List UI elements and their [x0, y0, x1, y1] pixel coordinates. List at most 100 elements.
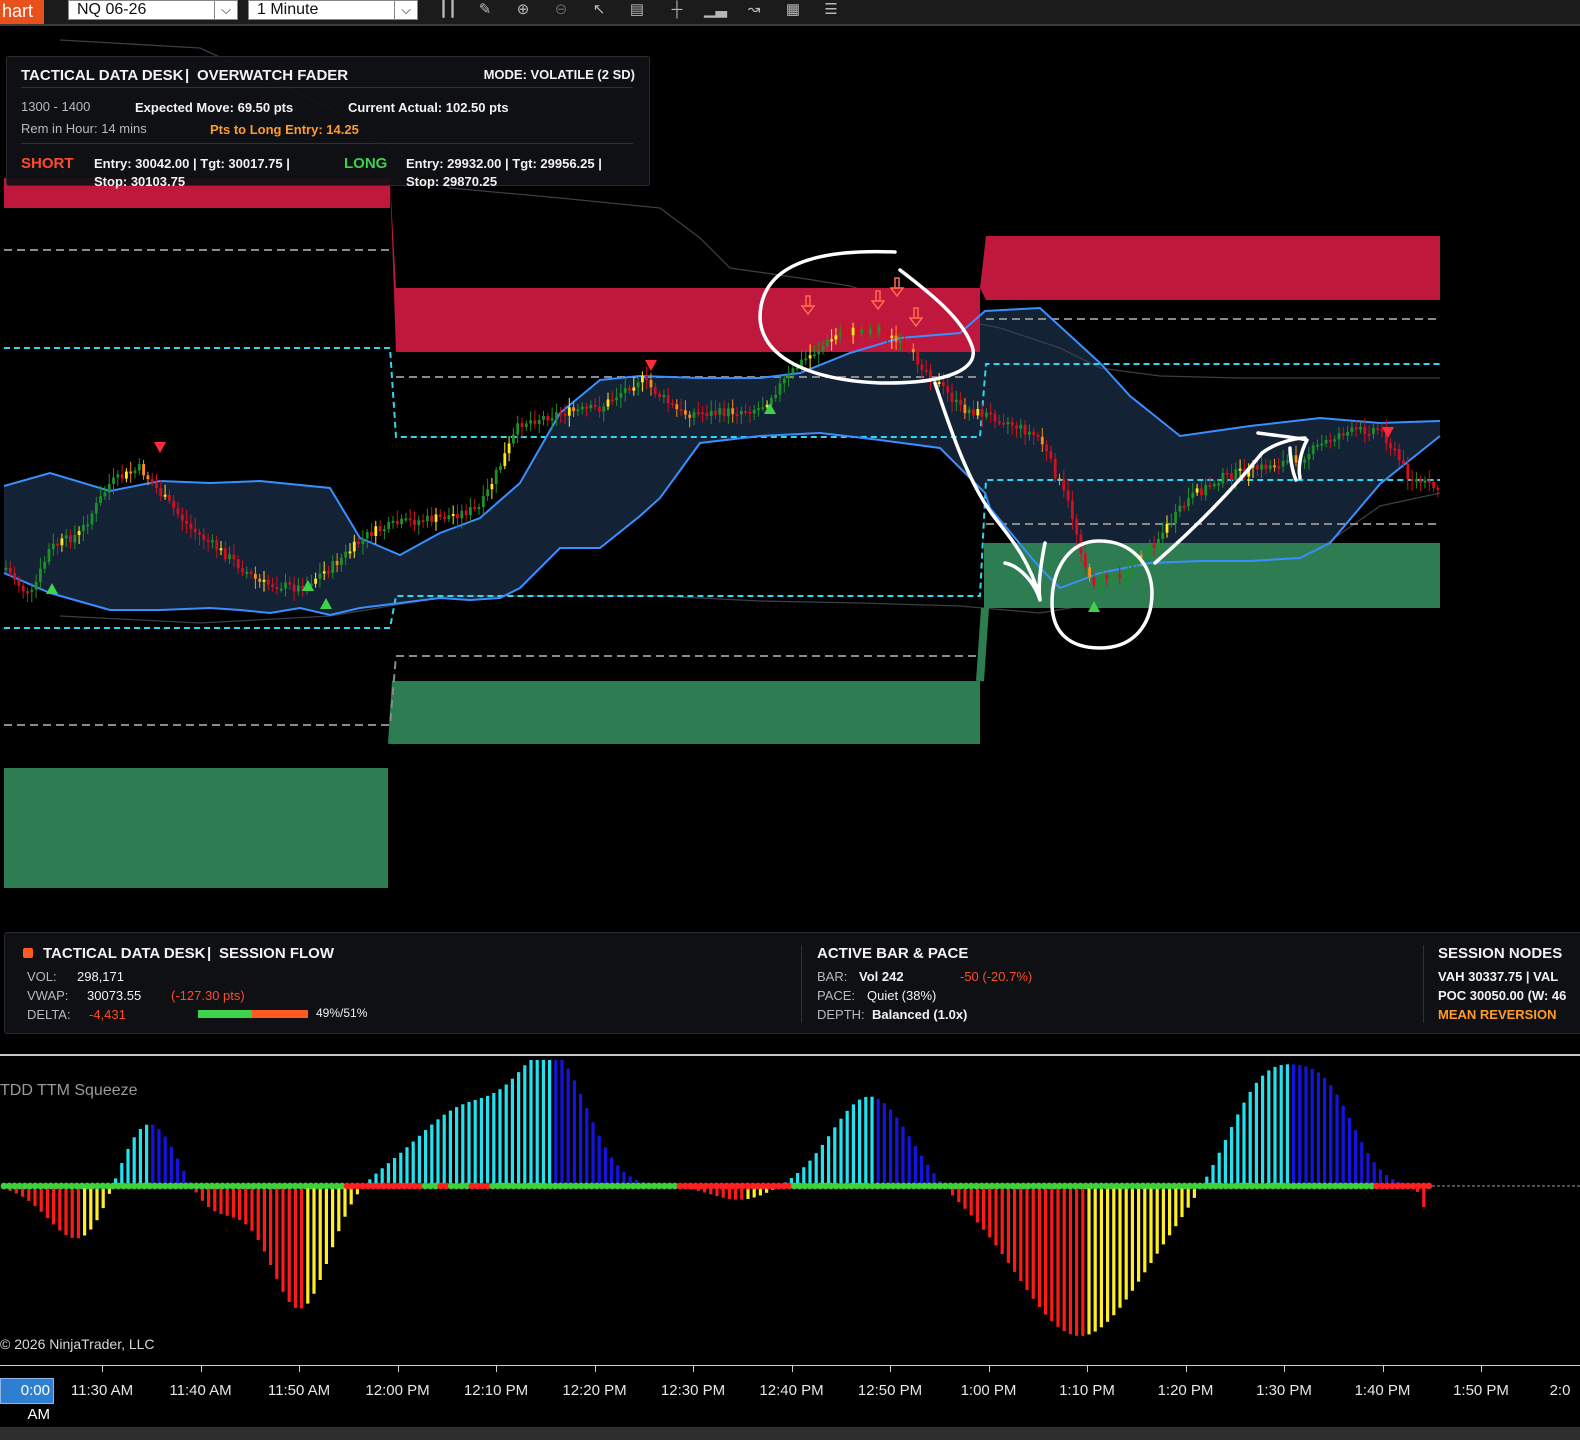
histogram-bar	[145, 1124, 149, 1186]
candle	[542, 411, 545, 426]
candle	[490, 477, 494, 499]
histogram-bar	[238, 1186, 242, 1221]
remaining-time: Rem in Hour: 14 mins	[21, 121, 147, 136]
histogram-bar	[89, 1186, 93, 1230]
long-zone-step-right	[976, 607, 989, 682]
histogram-bar	[479, 1098, 483, 1186]
histogram-bar	[39, 1186, 43, 1212]
zoom-out-icon[interactable]: ⊖	[550, 0, 572, 20]
panel-separator[interactable]	[0, 1054, 1580, 1056]
pencil-icon[interactable]: ✎	[474, 0, 496, 20]
data-box-icon[interactable]: ▤	[626, 0, 648, 20]
histogram-bar	[138, 1128, 142, 1186]
session-nodes-status: MEAN REVERSION	[1438, 1007, 1557, 1022]
vol-label: VOL:	[27, 969, 57, 984]
candle	[426, 508, 429, 528]
histogram-bar	[920, 1155, 924, 1186]
histogram-bar	[1329, 1085, 1333, 1186]
candle	[512, 427, 515, 448]
crosshair-icon[interactable]: ┼	[666, 0, 688, 20]
short-entry-target: Entry: 30042.00 | Tgt: 30017.75 |	[94, 156, 290, 171]
histogram-bar	[913, 1146, 917, 1186]
candle	[374, 520, 378, 544]
bar-diff: -50 (-20.7%)	[960, 969, 1033, 984]
histogram-bar	[1075, 1186, 1079, 1336]
histogram-bar	[70, 1186, 74, 1238]
histogram-bar	[312, 1186, 316, 1294]
panel-divider	[801, 945, 802, 1023]
candle	[464, 504, 468, 522]
chevron-down-icon[interactable]: ⌵	[214, 1, 237, 19]
histogram-bar	[901, 1126, 905, 1186]
histogram-bar	[281, 1186, 285, 1292]
candle	[1419, 475, 1423, 491]
templates-icon[interactable]: ▦	[782, 0, 804, 20]
histogram-bar	[1106, 1186, 1110, 1322]
histogram-bar	[1087, 1186, 1091, 1335]
squeeze-histogram[interactable]	[0, 1060, 1580, 1365]
histogram-bar	[1081, 1186, 1085, 1336]
time-tick	[200, 1366, 202, 1372]
histogram-bar	[1006, 1186, 1010, 1263]
interval-selector[interactable]: 1 Minute ⌵	[248, 0, 418, 20]
histogram-bar	[473, 1099, 477, 1186]
histogram-bar	[461, 1104, 465, 1186]
histogram-bar	[1013, 1186, 1017, 1272]
indicator-title: TDD TTM Squeeze	[0, 1082, 138, 1099]
histogram-bar	[554, 1060, 558, 1186]
candle	[137, 458, 141, 476]
instrument-selector[interactable]: NQ 06-26 ⌵	[68, 0, 238, 20]
chevron-down-icon[interactable]: ⌵	[394, 1, 417, 19]
histogram-bar	[889, 1109, 893, 1186]
histogram-bar	[510, 1078, 514, 1186]
histogram-bar	[814, 1153, 818, 1186]
candle	[499, 462, 502, 474]
histogram-bar	[324, 1186, 328, 1264]
strategies-icon[interactable]: ↝	[743, 0, 765, 20]
horizontal-scrollbar[interactable]	[0, 1427, 1580, 1440]
pointer-icon[interactable]: ↖	[588, 0, 610, 20]
squeeze-dots	[0, 1182, 1433, 1190]
histogram-bar	[907, 1136, 911, 1186]
bar-type-icon[interactable]: ┃┃	[437, 0, 459, 20]
histogram-bar	[293, 1186, 297, 1308]
histogram-bar	[1223, 1139, 1227, 1186]
histogram-bar	[1310, 1068, 1314, 1186]
price-panel[interactable]: TACTICAL DATA DESK | OVERWATCH FADER MOD…	[0, 28, 1580, 940]
long-zone-center	[396, 681, 980, 744]
candle	[486, 478, 489, 501]
histogram-bar	[287, 1186, 291, 1302]
zoom-in-icon[interactable]: ⊕	[512, 0, 534, 20]
candle	[142, 459, 145, 480]
candle	[125, 468, 128, 483]
squeeze-indicator-panel[interactable]: TDD TTM Squeeze © 2026 NinjaTrader, LLC	[0, 1060, 1580, 1365]
time-tick	[1481, 1366, 1482, 1372]
histogram-bar	[1242, 1102, 1246, 1186]
histogram-bar	[262, 1186, 266, 1252]
vwap-value: 30073.55	[87, 988, 142, 1003]
histogram-bar	[603, 1147, 607, 1186]
candle	[129, 461, 133, 483]
time-tick	[791, 1366, 793, 1372]
time-axis[interactable]: 0:00 AM 11:30 AM 11:40 AM 11:50 AM 12:00 PM…	[0, 1365, 1580, 1440]
histogram-bar	[851, 1104, 855, 1186]
histogram-bar	[1161, 1186, 1165, 1245]
bar-label: BAR:	[817, 969, 848, 984]
histogram-bar	[504, 1084, 508, 1186]
properties-icon[interactable]: ☰	[820, 0, 842, 20]
histogram-bar	[1217, 1152, 1221, 1186]
histogram-bar	[1000, 1186, 1004, 1254]
candle	[370, 523, 373, 544]
histogram-bar	[988, 1186, 992, 1238]
histogram-bar	[343, 1186, 347, 1217]
histogram-bar	[1323, 1077, 1327, 1186]
chart-tab[interactable]: hart	[0, 0, 44, 24]
candle	[378, 520, 382, 537]
histogram-bar	[169, 1146, 173, 1186]
candle	[800, 348, 803, 374]
long-stop: Stop: 29870.25	[406, 174, 498, 189]
indicators-icon[interactable]: ▁▃	[704, 0, 727, 20]
sell-signal-icon	[154, 442, 166, 453]
histogram-bar	[1124, 1186, 1128, 1300]
candle	[434, 507, 438, 531]
